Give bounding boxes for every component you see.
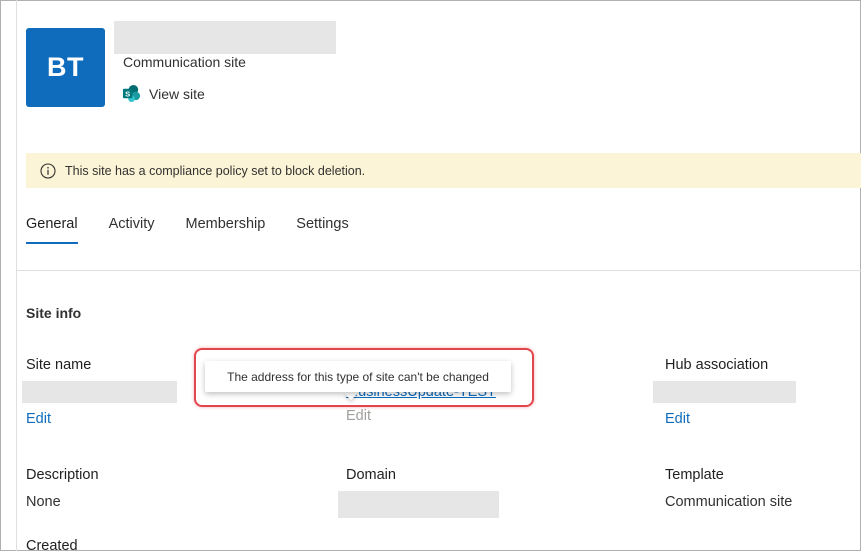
description-label: Description — [26, 467, 99, 483]
info-icon — [40, 162, 56, 179]
tab-settings[interactable]: Settings — [296, 216, 348, 244]
description-value: None — [26, 494, 61, 510]
template-label: Template — [665, 467, 724, 483]
domain-value-redacted — [338, 491, 499, 518]
site-title-redacted — [114, 21, 336, 54]
view-site-label: View site — [149, 85, 205, 102]
site-type: Communication site — [123, 54, 246, 70]
svg-text:S: S — [125, 89, 130, 98]
site-name-edit-link[interactable]: Edit — [26, 411, 51, 427]
template-value: Communication site — [665, 494, 793, 510]
tab-activity[interactable]: Activity — [109, 216, 155, 244]
hub-association-edit-link[interactable]: Edit — [665, 411, 690, 427]
site-initials: BT — [47, 52, 84, 82]
tab-membership[interactable]: Membership — [186, 216, 266, 244]
site-name-value-redacted — [22, 381, 177, 403]
panel-left-border — [16, 0, 17, 551]
section-title: Site info — [26, 305, 82, 321]
hub-association-value-redacted — [653, 381, 796, 403]
tab-bar: General Activity Membership Settings — [26, 216, 380, 244]
view-site-link[interactable]: S View site — [122, 84, 205, 103]
site-address-edit-link[interactable]: Edit — [346, 408, 371, 424]
hub-association-label: Hub association — [665, 357, 769, 373]
created-label: Created — [26, 538, 78, 554]
banner-text: This site has a compliance policy set to… — [65, 163, 366, 178]
highlight-box — [194, 348, 534, 407]
site-name-label: Site name — [26, 357, 92, 373]
domain-label: Domain — [346, 467, 396, 483]
sharepoint-icon: S — [122, 84, 141, 103]
panel-frame — [0, 0, 861, 551]
tab-divider — [17, 270, 861, 271]
tab-general[interactable]: General — [26, 216, 78, 244]
compliance-banner: This site has a compliance policy set to… — [26, 153, 861, 188]
site-avatar: BT — [26, 28, 105, 107]
